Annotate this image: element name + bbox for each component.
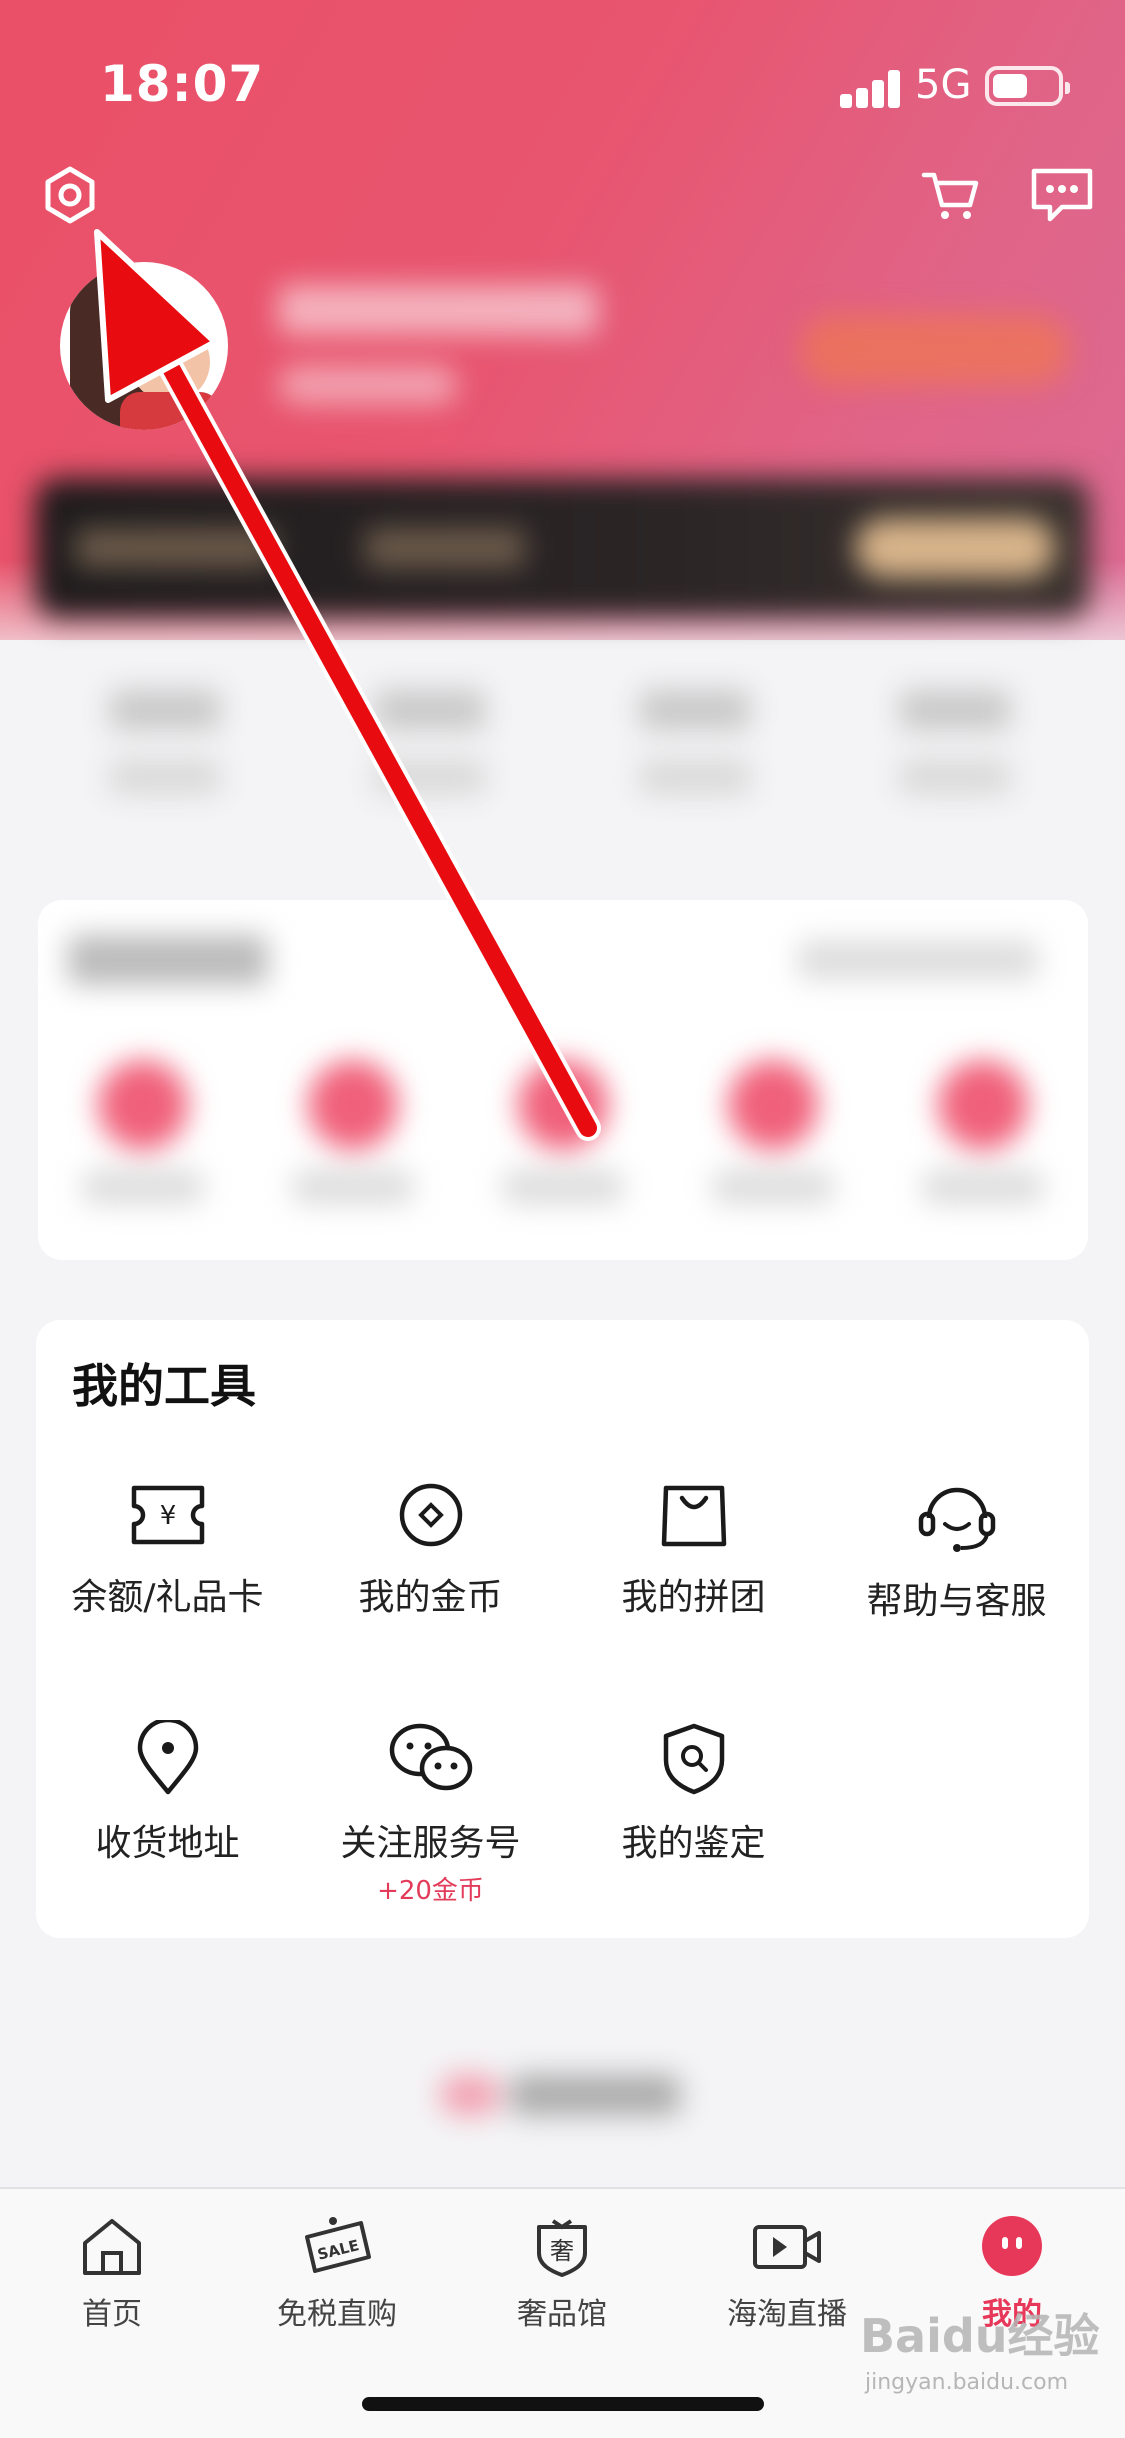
profile-face-icon	[982, 2216, 1042, 2276]
tool-label: 余额/礼品卡	[71, 1577, 264, 1618]
orders-card-blurred	[38, 900, 1088, 1260]
bottom-content-blurred	[440, 2070, 680, 2120]
voucher-icon: ¥	[131, 1485, 204, 1545]
tool-label: 关注服务号	[340, 1823, 521, 1864]
tools-title: 我的工具	[72, 1359, 256, 1413]
cart-icon[interactable]	[920, 165, 980, 225]
vip-banner[interactable]	[35, 478, 1090, 618]
tool-help-service[interactable]: 帮助与客服	[825, 1480, 1088, 1720]
location-pin-icon	[137, 1720, 198, 1795]
status-time: 18:07	[100, 55, 265, 113]
tool-reward-text: +20金币	[377, 1876, 484, 1906]
svg-text:¥: ¥	[159, 1501, 176, 1531]
shopping-bag-icon	[661, 1485, 726, 1547]
svg-text:奢: 奢	[550, 2237, 574, 2265]
sale-tag-icon: SALE	[305, 2217, 371, 2273]
tab-label: 奢品馆	[517, 2297, 607, 2332]
tool-label: 我的金币	[358, 1577, 503, 1618]
tool-label: 我的鉴定	[621, 1823, 766, 1864]
battery-icon	[985, 66, 1070, 106]
username-blurred	[278, 285, 598, 335]
wechat-icon	[389, 1723, 472, 1791]
tool-label: 我的拼团	[621, 1577, 766, 1618]
home-icon	[83, 2219, 141, 2275]
home-indicator	[362, 2397, 764, 2411]
luxury-icon: 奢	[537, 2219, 587, 2277]
baidu-watermark: Baidu经验	[860, 2309, 1100, 2363]
stats-row-blurred	[0, 650, 1125, 850]
tool-label: 收货地址	[95, 1823, 240, 1864]
shield-search-icon	[663, 1723, 724, 1795]
tab-live[interactable]: 海淘直播	[687, 2213, 887, 2333]
tool-label: 帮助与客服	[866, 1581, 1047, 1622]
tab-label: 免税直购	[277, 2297, 397, 2332]
tool-my-coins[interactable]: 我的金币	[299, 1480, 562, 1720]
coin-icon	[399, 1483, 462, 1547]
tools-card: 我的工具 ¥ 余额/礼品卡 我的金币 我的拼团 帮助与客服 收货地址 关注服务号…	[36, 1320, 1089, 1938]
live-video-icon	[753, 2225, 821, 2269]
user-level-blurred	[278, 365, 458, 405]
tool-address[interactable]: 收货地址	[36, 1720, 299, 1960]
tool-balance-giftcard[interactable]: ¥ 余额/礼品卡	[36, 1480, 299, 1720]
tab-luxury[interactable]: 奢 奢品馆	[462, 2213, 662, 2333]
settings-icon[interactable]	[40, 165, 100, 225]
tab-label: 海淘直播	[727, 2297, 847, 2332]
watermark-url: jingyan.baidu.com	[865, 2370, 1069, 2395]
avatar[interactable]	[60, 262, 228, 430]
tool-follow-account[interactable]: 关注服务号 +20金币	[299, 1720, 562, 1960]
tool-authentication[interactable]: 我的鉴定	[562, 1720, 825, 1960]
network-type: 5G	[915, 62, 972, 108]
tool-group-buy[interactable]: 我的拼团	[562, 1480, 825, 1720]
tab-home[interactable]: 首页	[12, 2213, 212, 2333]
tab-dutyfree[interactable]: SALE 免税直购	[237, 2213, 437, 2333]
headset-icon	[918, 1487, 995, 1552]
signal-icon	[840, 68, 900, 108]
member-badge-blurred[interactable]	[800, 315, 1070, 385]
message-icon[interactable]	[1028, 165, 1096, 227]
tab-label: 首页	[82, 2297, 142, 2332]
